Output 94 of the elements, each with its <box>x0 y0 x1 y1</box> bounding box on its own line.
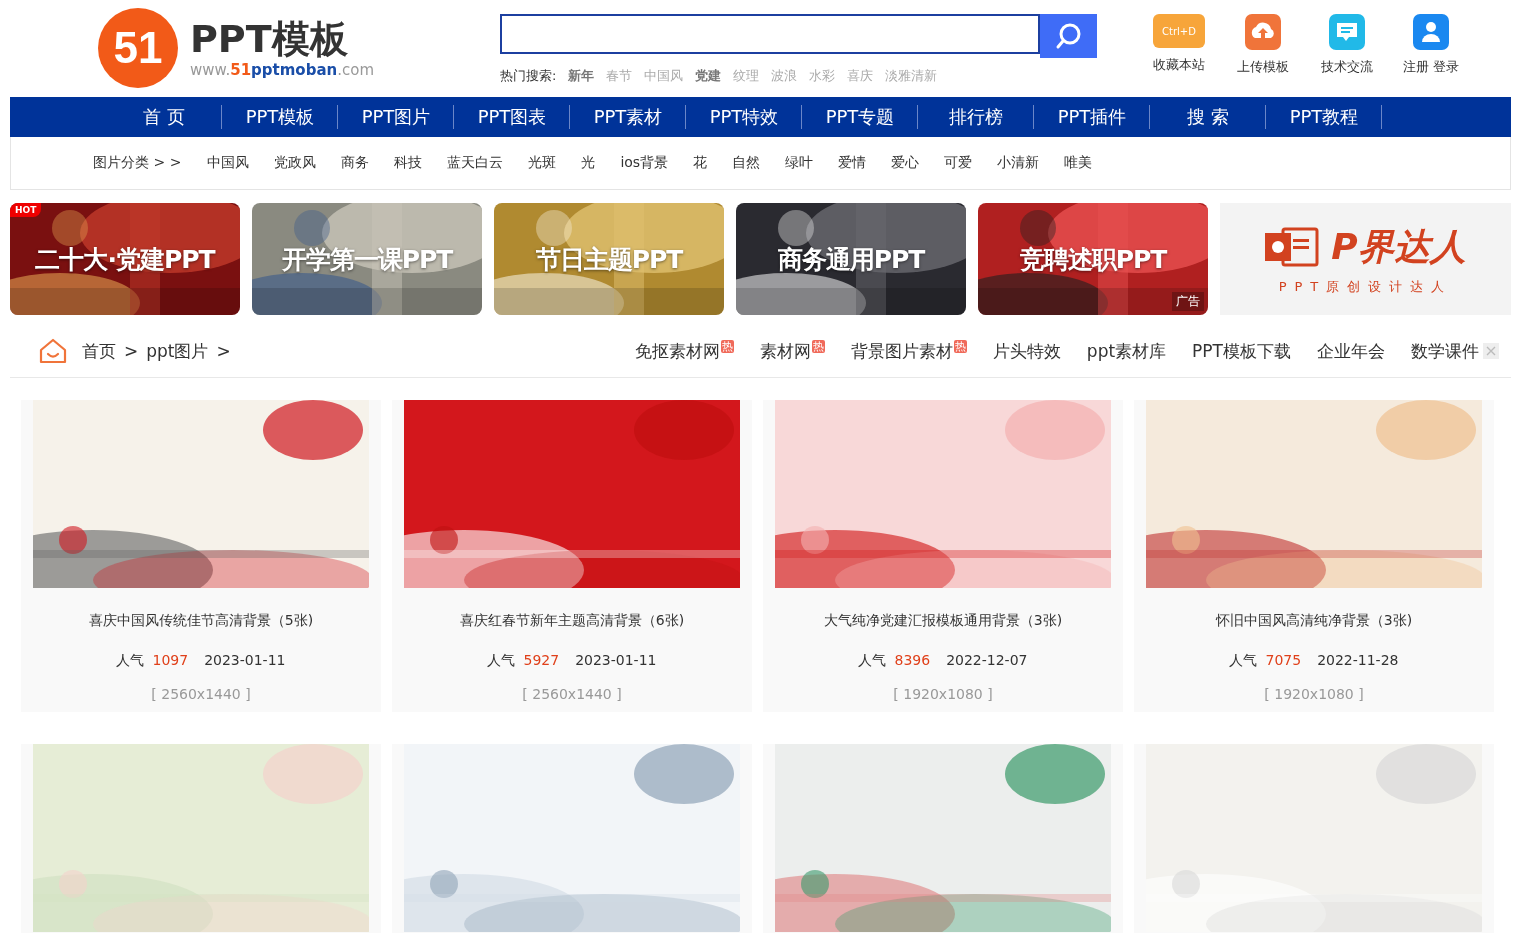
category-label: 图片分类 > > <box>93 154 182 172</box>
brand-name: P界达人 <box>1331 224 1466 269</box>
popularity-count: 8396 <box>894 652 931 670</box>
category-link[interactable]: 商务 <box>341 154 370 172</box>
resolution-text: [ 1920x1080 ] <box>893 686 993 702</box>
hot-tag: HOT <box>10 203 42 217</box>
folder-icon: Ctrl+D <box>1153 14 1205 48</box>
cloud-upload-icon <box>1245 14 1281 50</box>
category-link[interactable]: 党政风 <box>274 154 317 172</box>
shortcut-link[interactable]: 技术交流 <box>1314 14 1380 76</box>
category-link[interactable]: 光斑 <box>528 154 557 172</box>
nav-tab[interactable]: PPT特效 <box>686 97 802 137</box>
banner-title: 商务通用PPT <box>777 243 925 276</box>
hot-search-label: 热门搜索: <box>500 67 557 85</box>
breadcrumb-link[interactable]: ppt图片 <box>146 339 209 363</box>
category-link[interactable]: 花 <box>693 154 708 172</box>
banner-link[interactable]: 商务通用PPT <box>736 203 966 315</box>
date-text: 2022-12-07 <box>946 652 1028 670</box>
resolution-text: [ 2560x1440 ] <box>522 686 622 702</box>
quick-link[interactable]: 片头特效 <box>992 339 1061 363</box>
shortcut-link[interactable]: 上传模板 <box>1230 14 1296 76</box>
category-link[interactable]: 中国风 <box>207 154 250 172</box>
search-field[interactable] <box>500 14 1040 54</box>
quick-link[interactable]: 企业年会 <box>1317 339 1385 363</box>
search-button[interactable] <box>1040 14 1097 58</box>
popularity-count: 1097 <box>152 652 189 670</box>
quick-link[interactable]: 背景图片素材 <box>850 339 953 363</box>
card-title[interactable]: 怀旧中国风高清纯净背景（3张) <box>1215 612 1413 630</box>
quick-link[interactable]: 免抠素材网 <box>634 339 720 363</box>
date-text: 2023-01-11 <box>204 652 286 670</box>
banner-title: 节日主题PPT <box>535 243 683 276</box>
category-link[interactable]: 光 <box>581 154 596 172</box>
category-link[interactable]: 科技 <box>394 154 423 172</box>
card-title[interactable]: 喜庆红春节新年主题高清背景（6张) <box>459 612 685 630</box>
quick-link[interactable]: 数学课件 <box>1411 339 1479 363</box>
chat-icon <box>1329 14 1365 50</box>
brand-tagline: PPT原创设计达人 <box>1278 277 1453 296</box>
category-link[interactable]: 蓝天白云 <box>447 154 504 172</box>
resolution-text: [ 1920x1080 ] <box>1264 686 1364 702</box>
date-text: 2023-01-11 <box>575 652 657 670</box>
home-icon[interactable] <box>38 337 68 365</box>
category-link[interactable]: ios背景 <box>620 154 669 172</box>
date-text: 2022-11-28 <box>1317 652 1399 670</box>
card-title[interactable]: 喜庆中国风传统佳节高清背景（5张) <box>88 612 314 630</box>
category-link[interactable]: 爱情 <box>838 154 867 172</box>
nav-tab[interactable]: 搜 索 <box>1150 97 1266 137</box>
nav-tab[interactable]: PPT插件 <box>1034 97 1150 137</box>
user-icon <box>1413 14 1449 50</box>
hot-badge: 热 <box>720 339 734 353</box>
close-icon[interactable] <box>1483 343 1499 359</box>
hot-search-link[interactable]: 新年 <box>568 67 595 85</box>
category-link[interactable]: 爱心 <box>891 154 920 172</box>
popularity-count: 5927 <box>523 652 560 670</box>
nav-tab[interactable]: PPT专题 <box>802 97 918 137</box>
breadcrumb-separator: > <box>216 341 231 361</box>
logo-title: PPT模板 <box>190 17 349 61</box>
category-link[interactable]: 自然 <box>732 154 761 172</box>
banner-link[interactable]: 竞聘述职PPT 广告 <box>978 203 1208 315</box>
quick-link[interactable]: 素材网 <box>759 339 811 363</box>
resolution-text: [ 2560x1440 ] <box>151 686 251 702</box>
brand-banner[interactable]: P界达人 PPT原创设计达人 <box>1220 203 1511 315</box>
nav-tab[interactable]: PPT图片 <box>338 97 454 137</box>
nav-tab[interactable]: PPT教程 <box>1266 97 1382 137</box>
ad-label: 广告 <box>1172 292 1204 311</box>
popularity-label: 人气 <box>1229 652 1258 670</box>
popularity-label: 人气 <box>487 652 516 670</box>
nav-tab[interactable]: PPT图表 <box>454 97 570 137</box>
quick-link[interactable]: PPT模板下载 <box>1192 339 1291 363</box>
popularity-label: 人气 <box>858 652 887 670</box>
site-url: www.51pptmoban.com <box>190 61 374 79</box>
hot-badge: 热 <box>953 339 967 353</box>
breadcrumb-link[interactable]: 首页 <box>82 339 116 363</box>
popularity-label: 人气 <box>116 652 145 670</box>
hot-badge: 热 <box>811 339 825 353</box>
slides-app-icon <box>1265 227 1322 267</box>
banner-title: 开学第一课PPT <box>281 243 453 276</box>
category-link[interactable]: 可爱 <box>944 154 973 172</box>
shortcut-link[interactable]: Ctrl+D 收藏本站 <box>1146 14 1212 76</box>
category-link[interactable]: 唯美 <box>1064 154 1093 172</box>
nav-tab[interactable]: 排行榜 <box>918 97 1034 137</box>
banner-title: 竞聘述职PPT <box>1019 243 1167 276</box>
quick-link[interactable]: ppt素材库 <box>1086 339 1167 363</box>
nav-tab[interactable]: PPT模板 <box>222 97 338 137</box>
category-link[interactable]: 绿叶 <box>785 154 814 172</box>
nav-tab[interactable]: 首 页 <box>106 97 222 137</box>
card-title[interactable]: 大气纯净党建汇报模板通用背景（3张) <box>823 612 1063 630</box>
banner-link[interactable]: HOT 二十大·党建PPT <box>10 203 240 315</box>
hot-search-link[interactable]: 党建 <box>695 67 722 85</box>
shortcut-link[interactable]: 注册 登录 <box>1398 14 1464 76</box>
banner-title: 二十大·党建PPT <box>35 243 215 276</box>
popularity-count: 7075 <box>1265 652 1302 670</box>
breadcrumb-separator: > <box>124 341 139 361</box>
nav-tab[interactable]: PPT素材 <box>570 97 686 137</box>
category-link[interactable]: 小清新 <box>997 154 1040 172</box>
